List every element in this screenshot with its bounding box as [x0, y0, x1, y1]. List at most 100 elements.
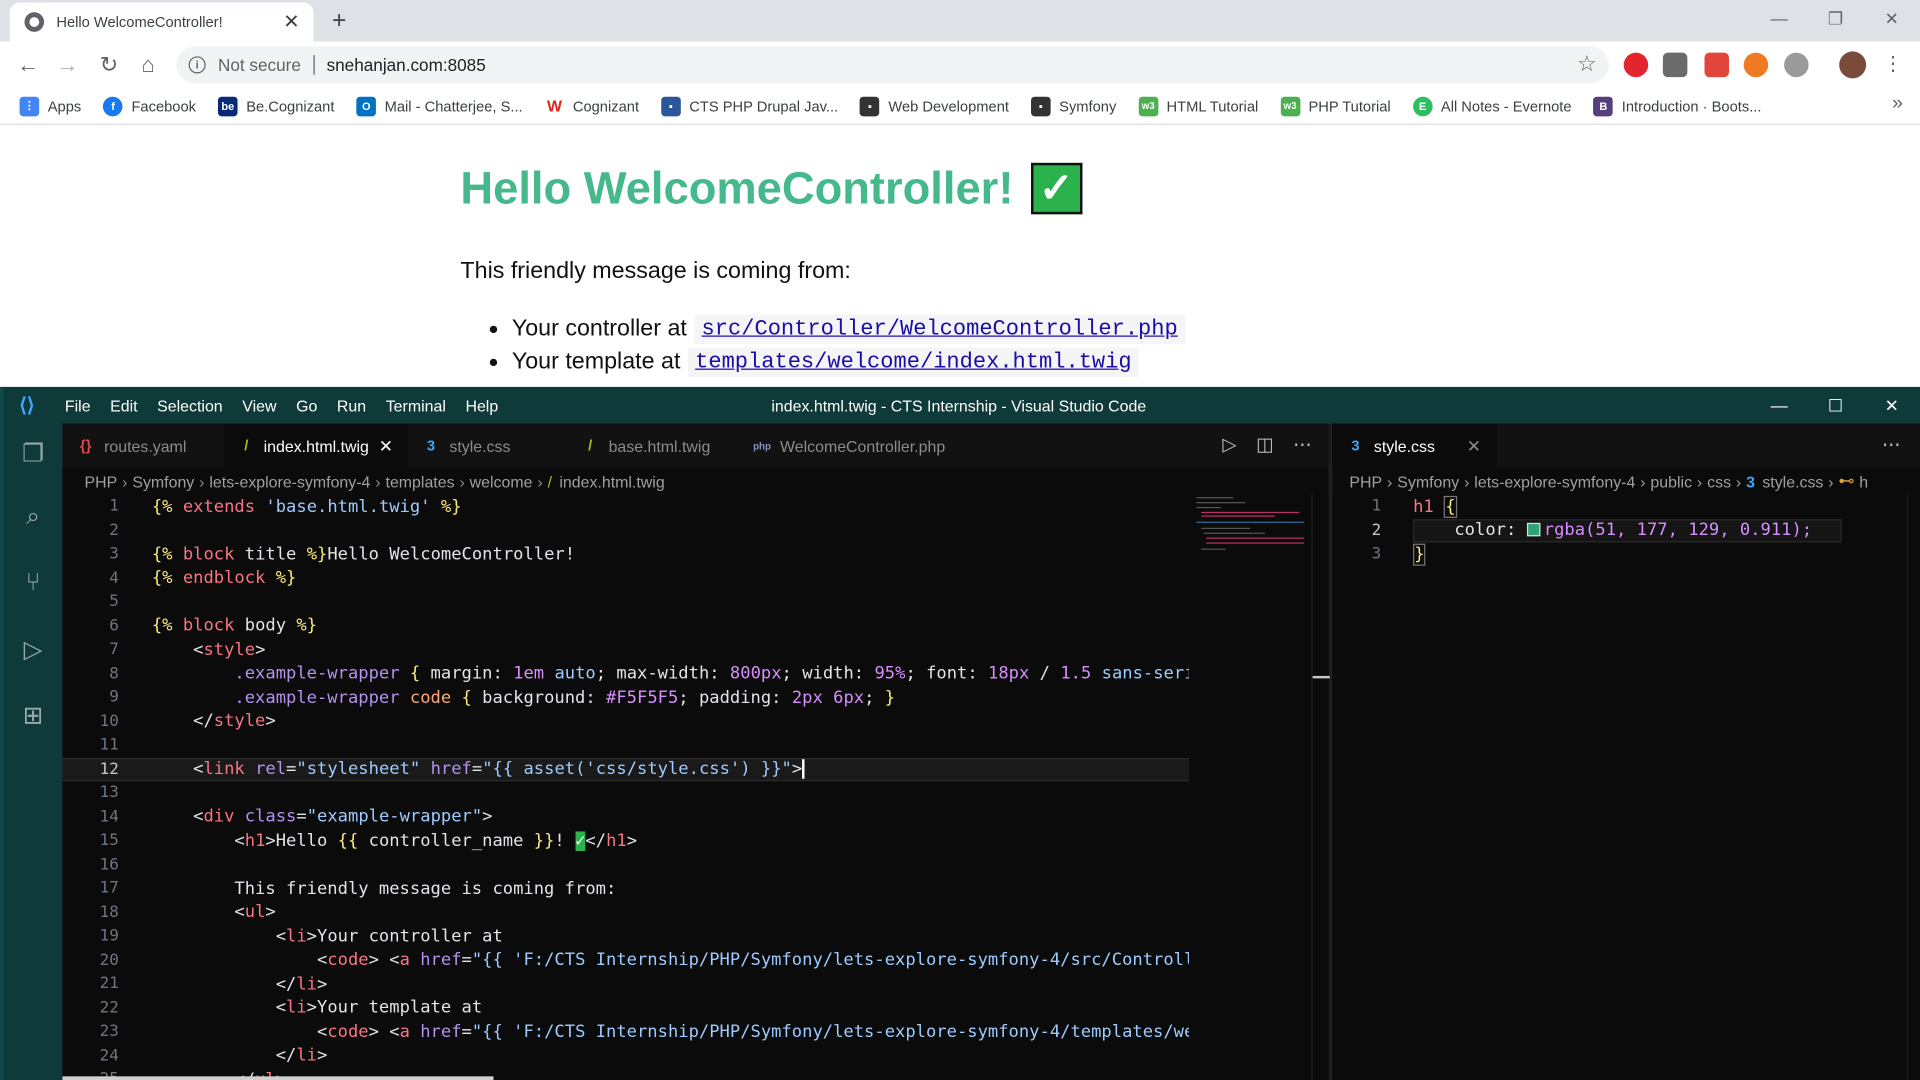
- explorer-files-icon[interactable]: ❐: [18, 438, 47, 467]
- scroll-thumb[interactable]: [1312, 675, 1330, 679]
- close-window-button[interactable]: ✕: [1864, 0, 1920, 37]
- help-extension-icon[interactable]: [1662, 52, 1688, 78]
- editor-tabbar: 3 style.css ✕ ⋯: [1332, 423, 1920, 468]
- breadcrumb-item[interactable]: style.css: [1762, 472, 1823, 490]
- code-editor[interactable]: 1 {% extends 'base.html.twig' %} 2 3 {% bl…: [62, 495, 1189, 1080]
- maximize-button[interactable]: ☐: [1807, 387, 1863, 424]
- minimize-button[interactable]: —: [1751, 387, 1807, 424]
- close-icon[interactable]: ✕: [1467, 435, 1481, 456]
- forward-arrow-icon[interactable]: →: [51, 49, 83, 81]
- run-icon[interactable]: ▷: [1222, 433, 1236, 456]
- horizontal-scrollbar[interactable]: [62, 1076, 494, 1080]
- split-editor-icon[interactable]: ◫: [1256, 433, 1273, 456]
- bookmark-apps[interactable]: ⋮ Apps: [19, 96, 81, 116]
- source-control-icon[interactable]: ⑂: [18, 568, 47, 597]
- tab-index-html-twig[interactable]: / index.html.twig ✕: [224, 423, 408, 468]
- fire-extension-icon[interactable]: [1743, 52, 1769, 78]
- color-swatch[interactable]: [1526, 523, 1541, 537]
- menu-selection[interactable]: Selection: [147, 396, 232, 414]
- info-icon[interactable]: i: [188, 56, 206, 74]
- twig-file-icon: /: [588, 437, 593, 455]
- chevron-double-right-icon[interactable]: »: [1892, 93, 1903, 115]
- bookmark-facebook[interactable]: f Facebook: [103, 96, 196, 116]
- breadcrumb-item[interactable]: index.html.twig: [559, 472, 664, 490]
- opera-extension-icon[interactable]: [1623, 52, 1649, 78]
- menu-edit[interactable]: Edit: [100, 396, 147, 414]
- menu-run[interactable]: Run: [327, 396, 376, 414]
- browser-tab[interactable]: Hello WelcomeController! ✕: [9, 2, 314, 42]
- tab-welcome-controller-php[interactable]: php WelcomeController.php: [738, 424, 971, 468]
- breadcrumb-item[interactable]: Symfony: [132, 472, 194, 490]
- chevron-right-icon: ›: [1640, 472, 1646, 491]
- code-line: 21 </li>: [62, 972, 1189, 996]
- code-line: 22 <li>Your template at: [62, 996, 1189, 1020]
- url-text[interactable]: snehanjan.com:8085: [327, 55, 486, 75]
- breadcrumb: PHP › Symfony › lets-explore-symfony-4 › te…: [62, 468, 1328, 495]
- search-icon[interactable]: ⌕: [18, 502, 47, 531]
- more-actions-icon[interactable]: ⋯: [1882, 433, 1900, 456]
- profile-avatar[interactable]: [1839, 51, 1867, 79]
- bookmark-evernote[interactable]: E All Notes - Evernote: [1412, 96, 1572, 116]
- breadcrumb-item[interactable]: lets-explore-symfony-4: [209, 472, 370, 490]
- run-debug-icon[interactable]: ▷: [18, 634, 47, 663]
- close-window-button[interactable]: ✕: [1864, 387, 1920, 424]
- bookmark-symfony[interactable]: ▪ Symfony: [1030, 96, 1116, 116]
- bookmark-becognizant[interactable]: be Be.Cognizant: [218, 96, 334, 116]
- circle-extension-icon[interactable]: [1784, 52, 1809, 78]
- back-arrow-icon[interactable]: ←: [12, 49, 44, 81]
- browser-menu-icon[interactable]: ⋮: [1883, 51, 1903, 75]
- menu-go[interactable]: Go: [286, 396, 327, 414]
- vertical-scrollbar[interactable]: [1311, 494, 1330, 1080]
- bookmark-php-tutorial[interactable]: w3 PHP Tutorial: [1280, 96, 1391, 116]
- css-selector: h1: [1413, 496, 1434, 517]
- pocket-extension-icon[interactable]: [1704, 52, 1729, 78]
- maximize-button[interactable]: ❐: [1807, 0, 1863, 37]
- menu-terminal[interactable]: Terminal: [376, 396, 456, 414]
- template-path-link[interactable]: templates/welcome/index.html.twig: [687, 347, 1139, 377]
- breadcrumb-item[interactable]: welcome: [470, 472, 533, 490]
- list-item: Your template at templates/welcome/index…: [489, 345, 1185, 378]
- breadcrumb-item[interactable]: lets-explore-symfony-4: [1474, 472, 1635, 490]
- reload-icon[interactable]: ↻: [93, 49, 125, 81]
- breadcrumb-item[interactable]: PHP: [84, 472, 117, 490]
- menu-file[interactable]: File: [55, 396, 100, 414]
- bullet: [489, 325, 498, 333]
- line-number: 8: [109, 664, 119, 683]
- close-tab-icon[interactable]: ✕: [282, 10, 302, 34]
- menu-help[interactable]: Help: [456, 396, 508, 414]
- css-editor[interactable]: 1 h1 { 2 color: rgba(51, 177, 129, 0.911)…: [1332, 495, 1920, 1080]
- tab-routes-yaml[interactable]: {} routes.yaml: [62, 424, 224, 468]
- bookmark-html-tutorial[interactable]: w3 HTML Tutorial: [1138, 96, 1258, 116]
- controller-path-link[interactable]: src/Controller/WelcomeController.php: [694, 314, 1186, 344]
- bookmark-star-icon[interactable]: ☆: [1577, 51, 1597, 77]
- bookmark-cognizant[interactable]: W Cognizant: [544, 96, 639, 116]
- be-icon: be: [218, 96, 238, 116]
- tab-style-css-right[interactable]: 3 style.css ✕: [1332, 423, 1496, 468]
- bookmark-web-development[interactable]: ▪ Web Development: [860, 96, 1009, 116]
- minimize-button[interactable]: —: [1751, 0, 1807, 37]
- close-icon[interactable]: ✕: [379, 435, 393, 456]
- home-icon[interactable]: ⌂: [132, 49, 164, 81]
- line-number: 13: [99, 783, 119, 803]
- breadcrumb-item[interactable]: templates: [386, 472, 455, 490]
- breadcrumb-item[interactable]: h: [1859, 472, 1868, 490]
- bookmark-mail[interactable]: O Mail - Chatterjee, S...: [356, 96, 523, 116]
- tab-style-css[interactable]: 3 style.css: [408, 424, 567, 468]
- minimap[interactable]: [1191, 495, 1309, 568]
- extensions-icon[interactable]: ⊞: [18, 700, 47, 729]
- more-actions-icon[interactable]: ⋯: [1293, 433, 1311, 456]
- breadcrumb-item[interactable]: PHP: [1349, 472, 1382, 490]
- bookmark-cts-php[interactable]: ▪ CTS PHP Drupal Jav...: [661, 96, 838, 116]
- vscode-window-controls: — ☐ ✕: [1751, 387, 1920, 424]
- breadcrumb-item[interactable]: Symfony: [1397, 472, 1459, 490]
- vertical-scrollbar[interactable]: [1906, 494, 1920, 1080]
- menu-view[interactable]: View: [232, 396, 286, 414]
- new-tab-button[interactable]: +: [326, 7, 353, 34]
- address-bar[interactable]: i Not secure snehanjan.com:8085 ☆: [176, 46, 1609, 84]
- tab-base-html-twig[interactable]: / base.html.twig: [567, 424, 751, 468]
- twig-file-icon: /: [244, 437, 249, 455]
- breadcrumb-item[interactable]: css: [1707, 472, 1731, 490]
- chevron-right-icon: ›: [459, 472, 465, 491]
- breadcrumb-item[interactable]: public: [1650, 472, 1692, 490]
- bookmark-bootstrap[interactable]: B Introduction · Boots...: [1593, 96, 1761, 116]
